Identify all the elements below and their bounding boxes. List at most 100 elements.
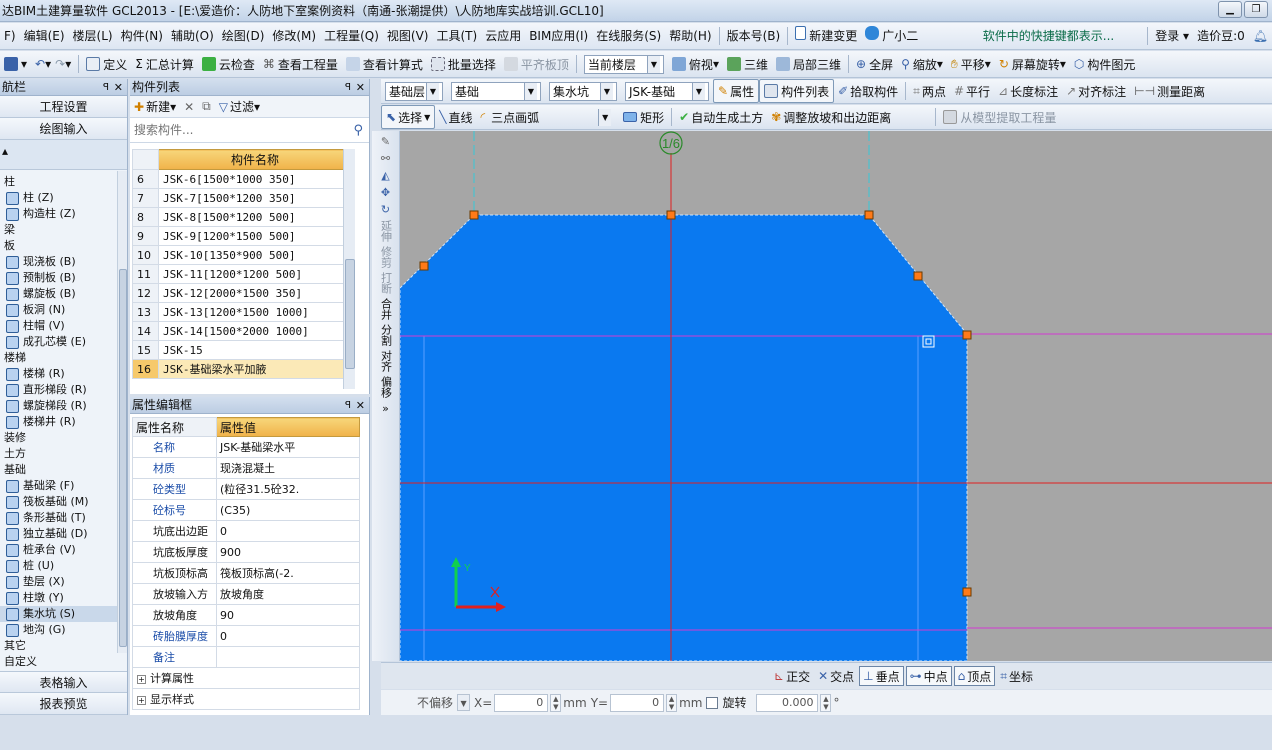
component-name-header[interactable]: 构件名称 <box>158 149 352 170</box>
tree-item[interactable]: 地沟 (G) <box>0 622 118 638</box>
component-map-button[interactable]: ⬡ 构件图元 <box>1070 52 1140 76</box>
layer-type-select[interactable]: 基础层 ▼ <box>381 79 447 103</box>
calc-props-row[interactable]: + 计算属性 <box>132 667 360 689</box>
measure-distance-button[interactable]: ⊢⊣ 测量距离 <box>1130 79 1209 103</box>
table-row[interactable]: 16 JSK-基础梁水平加腋 <box>132 359 352 379</box>
y-input[interactable]: 0 <box>610 693 665 712</box>
tree-item[interactable]: 楼梯井 (R) <box>0 414 118 430</box>
drawing-canvas[interactable]: 1/6 Y <box>400 131 1272 661</box>
rotate-spinner[interactable]: ▲ ▼ <box>820 693 832 712</box>
mirror-icon[interactable]: ◭ <box>376 169 396 182</box>
component-name-cell[interactable]: JSK-13[1200*1500 1000] <box>158 302 352 322</box>
property-value[interactable]: 900 <box>216 541 360 563</box>
screen-rotate-button[interactable]: ↻ 屏幕旋转 ▾ <box>995 52 1070 76</box>
filter-button[interactable]: ▽ 过滤 ▾ <box>219 98 260 115</box>
menu-cloud[interactable]: 云应用 <box>481 23 525 49</box>
component-name-cell[interactable]: JSK-9[1200*1500 500] <box>158 226 352 246</box>
menu-help[interactable]: 帮助(H) <box>665 23 715 49</box>
tree-item[interactable]: 柱墩 (Y) <box>0 590 118 606</box>
tree-item[interactable]: 独立基础 (D) <box>0 526 118 542</box>
vertex-handle[interactable] <box>913 271 923 281</box>
component-select[interactable]: JSK-基础 ▼ <box>621 79 713 103</box>
x-spinner[interactable]: ▲ ▼ <box>550 693 562 712</box>
report-preview-button[interactable]: 报表预览 <box>0 693 127 715</box>
component-name-cell[interactable]: JSK-11[1200*1200 500] <box>158 264 352 284</box>
menu-version[interactable]: 版本号(B) <box>723 23 785 49</box>
rotate-checkbox[interactable] <box>706 696 719 709</box>
tree-item[interactable]: 柱帽 (V) <box>0 318 118 334</box>
tree-item[interactable]: 现浇板 (B) <box>0 254 118 270</box>
cloud-check-button[interactable]: 云检查 <box>198 52 259 76</box>
tree-item[interactable]: 预制板 (B) <box>0 270 118 286</box>
pick-component-button[interactable]: ✐ 拾取构件 <box>834 79 902 103</box>
split-button[interactable]: 分割 <box>376 324 396 346</box>
property-row[interactable]: 坑底出边距 0 <box>132 520 360 542</box>
property-value[interactable]: 现浇混凝土 <box>216 457 360 479</box>
table-row[interactable]: 15 JSK-15 <box>132 340 352 360</box>
property-row[interactable]: 砼标号 (C35) <box>132 499 360 521</box>
current-floor-select[interactable]: 当前楼层 ▼ <box>580 52 668 76</box>
menu-bim[interactable]: BIM应用(I) <box>525 23 592 49</box>
property-value[interactable]: 筏板顶标高(-2. <box>216 562 360 584</box>
tree-group[interactable]: 基础 <box>0 462 118 478</box>
select-button[interactable]: ⬉ 选择 ▼ <box>381 105 436 129</box>
tree-group[interactable]: 装修 <box>0 430 118 446</box>
full-screen-button[interactable]: ⊕ 全屏 <box>852 52 897 76</box>
new-change-button[interactable]: 新建变更 <box>791 23 861 49</box>
expand-icon[interactable]: + <box>137 675 146 684</box>
extend-button[interactable]: 延伸 <box>376 220 396 242</box>
property-value[interactable]: (粒径31.5砼32. <box>216 478 360 500</box>
vertex-handle[interactable] <box>962 587 972 597</box>
tree-item[interactable]: 成孔芯模 (E) <box>0 334 118 350</box>
project-settings-button[interactable]: 工程设置 <box>0 96 127 118</box>
property-value[interactable]: (C35) <box>216 499 360 521</box>
component-name-cell[interactable]: JSK-14[1500*2000 1000] <box>158 321 352 341</box>
rotate-input[interactable]: 0.000 <box>756 693 819 712</box>
adjust-slope-button[interactable]: ✾ 调整放坡和出边距离 <box>767 105 895 129</box>
component-list-scrollbar[interactable] <box>343 149 355 389</box>
sump-pit-shape[interactable] <box>400 214 968 661</box>
local-3d-button[interactable]: 局部三维 <box>772 52 845 76</box>
summary-button[interactable]: Σ 汇总计算 <box>131 52 198 76</box>
property-row[interactable]: 坑板顶标高 筏板顶标高(-2. <box>132 562 360 584</box>
zoom-button[interactable]: ⚲ 缩放 ▾ <box>897 52 947 76</box>
menu-floor[interactable]: 楼层(L) <box>69 23 117 49</box>
length-mark-button[interactable]: ⊿ 长度标注 <box>994 79 1062 103</box>
intersect-toggle[interactable]: ✕ 交点 <box>815 666 857 686</box>
merge-button[interactable]: 合并 <box>376 298 396 320</box>
copy-icon[interactable]: ⚯ <box>376 152 396 165</box>
component-name-cell[interactable]: JSK-6[1500*1000 350] <box>158 169 352 189</box>
menu-tools[interactable]: 工具(T) <box>432 23 481 49</box>
tree-item[interactable]: 筏板基础 (M) <box>0 494 118 510</box>
component-type-select[interactable]: 集水坑 ▼ <box>545 79 621 103</box>
property-value[interactable]: 0 <box>216 520 360 542</box>
tree-item[interactable]: 楼梯 (R) <box>0 366 118 382</box>
menu-draw[interactable]: 绘图(D) <box>218 23 269 49</box>
brush-icon[interactable]: ✎ <box>376 135 396 148</box>
menu-component[interactable]: 构件(N) <box>117 23 167 49</box>
tree-group[interactable]: 板 <box>0 238 118 254</box>
table-row[interactable]: 11 JSK-11[1200*1200 500] <box>132 264 352 284</box>
menu-online[interactable]: 在线服务(S) <box>592 23 665 49</box>
view-quantity-button[interactable]: ⌘ 查看工程量 <box>259 52 342 76</box>
menu-modify[interactable]: 修改(M) <box>268 23 320 49</box>
table-row[interactable]: 7 JSK-7[1500*1200 350] <box>132 188 352 208</box>
property-button[interactable]: ✎ 属性 <box>713 79 760 103</box>
component-name-cell[interactable]: JSK-12[2000*1500 350] <box>158 283 352 303</box>
vertex-handle[interactable] <box>419 261 429 271</box>
tree-scrollbar[interactable] <box>117 171 127 653</box>
property-row[interactable]: 放坡输入方 放坡角度 <box>132 583 360 605</box>
tree-item[interactable]: 集水坑 (S) <box>0 606 118 622</box>
rectangle-button[interactable]: 矩形 <box>619 105 668 129</box>
break-button[interactable]: 打断 <box>376 272 396 294</box>
tree-item[interactable]: 基础梁 (F) <box>0 478 118 494</box>
table-row[interactable]: 12 JSK-12[2000*1500 350] <box>132 283 352 303</box>
delete-icon[interactable]: ✕ <box>184 100 194 114</box>
arc-select[interactable]: ◜ 三点画弧 ▼ <box>476 105 619 129</box>
auto-earthwork-button[interactable]: ✔ 自动生成土方 <box>675 105 767 129</box>
tree-group[interactable]: 自定义 <box>0 654 118 670</box>
vertex-handle[interactable] <box>666 210 676 220</box>
x-input[interactable]: 0 <box>494 693 549 712</box>
close-icon[interactable]: ✕ <box>114 79 123 96</box>
component-list-scroll-thumb[interactable] <box>345 259 355 369</box>
